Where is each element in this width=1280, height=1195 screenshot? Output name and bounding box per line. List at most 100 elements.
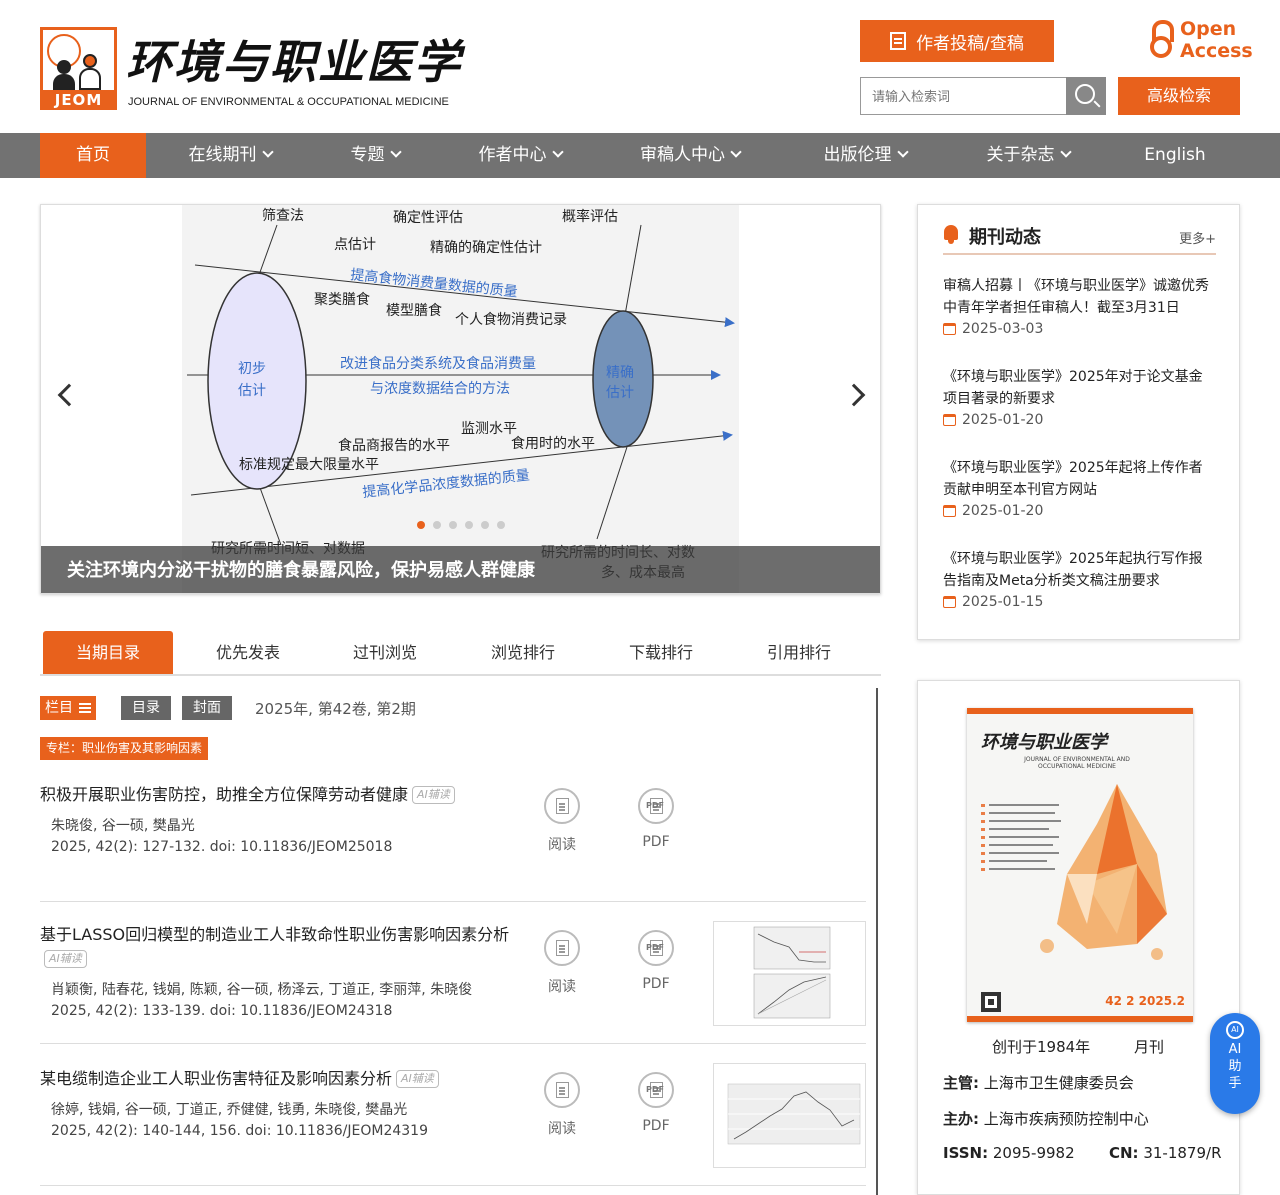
nav-author-center[interactable]: 作者中心 (460, 133, 580, 178)
submit-manuscript-button[interactable]: 作者投稿/查稿 (860, 20, 1054, 62)
article-citation[interactable]: 2025, 42(2): 140-144, 156. doi: 10.11836… (51, 1123, 428, 1139)
news-item[interactable]: 《环境与职业医学》2025年起将上传作者贡献申明至本刊官方网站 2025-01-… (943, 457, 1216, 519)
read-button[interactable]: 阅读 (532, 930, 592, 996)
ai-read-tag[interactable]: AI辅读 (44, 950, 87, 968)
nav-publication-ethics[interactable]: 出版伦理 (805, 133, 925, 178)
news-item[interactable]: 《环境与职业医学》2025年起执行写作报告指南及Meta分析类文稿注册要求 20… (943, 548, 1216, 610)
calendar-icon (943, 414, 956, 426)
column-button[interactable]: 栏目 (40, 696, 96, 720)
news-title: 期刊动态 (969, 227, 1041, 248)
publication-frequency: 月刊 (1134, 1038, 1165, 1056)
journal-cover-image[interactable]: 环境与职业医学 JOURNAL OF ENVIRONMENTAL AND OCC… (967, 708, 1193, 1022)
issue-info: 2025年, 第42卷, 第2期 (255, 700, 416, 718)
chevron-down-icon (730, 146, 742, 158)
slide-diagram: 筛查法 确定性评估 概率评估 点估计 精确的确定性估计 提高食物消费量数据的质量… (187, 208, 735, 581)
news-text[interactable]: 《环境与职业医学》2025年起将上传作者贡献申明至本刊官方网站 (943, 457, 1216, 501)
pdf-button[interactable]: PDF PDF (626, 788, 686, 850)
search-icon (1075, 84, 1095, 104)
article-figure-thumbnail[interactable] (713, 921, 866, 1026)
calendar-icon (943, 505, 956, 517)
divider (876, 688, 878, 1195)
read-button[interactable]: 阅读 (532, 788, 592, 854)
chevron-down-icon (389, 146, 402, 158)
carousel-dot[interactable] (433, 521, 441, 529)
ai-label: 手 (1228, 1076, 1242, 1091)
organizer-info: 主办: 上海市疾病预防控制中心 (943, 1110, 1149, 1128)
cover-button[interactable]: 封面 (182, 696, 232, 720)
article-authors: 朱晓俊, 谷一硕, 樊晶光 (51, 818, 195, 834)
cover-artwork (981, 784, 1167, 1012)
more-link[interactable]: 更多+ (1179, 228, 1216, 247)
svg-text:聚类膳食: 聚类膳食 (314, 291, 370, 308)
news-header: 期刊动态 更多+ (943, 223, 1216, 255)
nav-english[interactable]: English (1130, 133, 1220, 178)
pdf-mark: PDF (646, 943, 664, 952)
svg-text:点估计: 点估计 (334, 237, 376, 253)
nav-online-journal[interactable]: 在线期刊 (170, 133, 290, 178)
carousel-dot[interactable] (481, 521, 489, 529)
article-item: 积极开展职业伤害防控，助推全方位保障劳动者健康 AI辅读 朱晓俊, 谷一硕, 樊晶… (40, 775, 866, 902)
tab-most-viewed[interactable]: 浏览排行 (463, 631, 583, 674)
thumbnail-figure (753, 926, 831, 1019)
pdf-button[interactable]: PDF PDF (626, 1072, 686, 1134)
journal-news-panel: 期刊动态 更多+ 审稿人招募丨《环境与职业医学》诚邀优秀中青年学者担任审稿人！截… (917, 204, 1240, 640)
news-item[interactable]: 审稿人招募丨《环境与职业医学》诚邀优秀中青年学者担任审稿人！截至3月31日 20… (943, 275, 1216, 337)
ai-read-tag[interactable]: AI辅读 (412, 786, 455, 804)
journal-name-en: JOURNAL OF ENVIRONMENTAL & OCCUPATIONAL … (128, 96, 449, 108)
svg-text:估计: 估计 (606, 385, 634, 401)
article-title[interactable]: 某电缆制造企业工人职业伤害特征及影响因素分析 AI辅读 (40, 1065, 439, 1089)
svg-text:改进食品分类系统及食品消费量: 改进食品分类系统及食品消费量 (340, 355, 536, 372)
news-text[interactable]: 《环境与职业医学》2025年对于论文基金项目著录的新要求 (943, 366, 1216, 410)
pdf-button[interactable]: PDF PDF (626, 930, 686, 992)
read-label: 阅读 (548, 837, 576, 853)
article-figure-thumbnail[interactable] (713, 1063, 866, 1168)
tab-most-downloaded[interactable]: 下载排行 (601, 631, 721, 674)
tab-online-first[interactable]: 优先发表 (188, 631, 308, 674)
figure-body-icon (79, 68, 101, 90)
article-title[interactable]: 积极开展职业伤害防控，助推全方位保障劳动者健康 AI辅读 (40, 781, 455, 805)
news-text[interactable]: 《环境与职业医学》2025年起执行写作报告指南及Meta分析类文稿注册要求 (943, 548, 1216, 592)
article-title[interactable]: 基于LASSO回归模型的制造业工人非致命性职业伤害影响因素分析 AI辅读 (40, 923, 540, 971)
article-authors: 徐婷, 钱娟, 谷一硕, 丁道正, 乔健健, 钱勇, 朱晓俊, 樊晶光 (51, 1102, 408, 1118)
tab-current-issue[interactable]: 当期目录 (43, 631, 173, 674)
carousel-dot[interactable] (417, 521, 425, 529)
carousel-dot[interactable] (449, 521, 457, 529)
bell-icon (943, 225, 959, 244)
open-access-logo: Open Access (1150, 18, 1253, 64)
nav-topics[interactable]: 专题 (330, 133, 420, 178)
pdf-label: PDF (642, 976, 670, 992)
cn-info: CN: 31-1879/R (1109, 1144, 1222, 1162)
carousel-pagination (417, 521, 505, 529)
site-header: JEOM 环境与职业医学 JOURNAL OF ENVIRONMENTAL & … (0, 0, 1280, 133)
tab-most-cited[interactable]: 引用排行 (739, 631, 859, 674)
ai-read-tag[interactable]: AI辅读 (396, 1070, 439, 1088)
tab-archive[interactable]: 过刊浏览 (325, 631, 445, 674)
svg-text:概率评估: 概率评估 (562, 208, 618, 225)
ai-assistant-button[interactable]: AI AI 助 手 (1210, 1013, 1260, 1114)
toc-button[interactable]: 目录 (121, 696, 171, 720)
article-citation[interactable]: 2025, 42(2): 127-132. doi: 10.11836/JEOM… (51, 839, 392, 855)
nav-about[interactable]: 关于杂志 (968, 133, 1088, 178)
nav-home[interactable]: 首页 (40, 133, 146, 178)
read-icon (556, 1082, 569, 1098)
advanced-search-button[interactable]: 高级检索 (1118, 77, 1240, 115)
featured-carousel[interactable]: 筛查法 确定性评估 概率评估 点估计 精确的确定性估计 提高食物消费量数据的质量… (40, 204, 881, 594)
article-tabs: 当期目录 优先发表 过刊浏览 浏览排行 下载排行 引用排行 (40, 631, 881, 676)
open-access-text: Open Access (1180, 18, 1253, 62)
svg-text:估计: 估计 (238, 383, 266, 399)
journal-logo[interactable]: JEOM (40, 27, 117, 110)
calendar-icon (943, 323, 956, 335)
news-item[interactable]: 《环境与职业医学》2025年对于论文基金项目著录的新要求 2025-01-20 (943, 366, 1216, 428)
search-button[interactable] (1066, 77, 1106, 115)
section-tag[interactable]: 专栏：职业伤害及其影响因素 (40, 737, 209, 760)
article-authors: 肖颖衡, 陆春花, 钱娟, 陈颖, 谷一硕, 杨泽云, 丁道正, 李丽萍, 朱晓… (51, 982, 473, 998)
carousel-dot[interactable] (465, 521, 473, 529)
read-button[interactable]: 阅读 (532, 1072, 592, 1138)
issn-info: ISSN: 2095-9982 (943, 1144, 1075, 1162)
nav-reviewer-center[interactable]: 审稿人中心 (622, 133, 758, 178)
search-input[interactable] (860, 77, 1066, 115)
article-citation[interactable]: 2025, 42(2): 133-139. doi: 10.11836/JEOM… (51, 1003, 392, 1019)
carousel-dot[interactable] (497, 521, 505, 529)
carousel-caption[interactable]: 关注环境内分泌干扰物的膳食暴露风险，保护易感人群健康 (41, 546, 880, 593)
news-text[interactable]: 审稿人招募丨《环境与职业医学》诚邀优秀中青年学者担任审稿人！截至3月31日 (943, 275, 1216, 319)
